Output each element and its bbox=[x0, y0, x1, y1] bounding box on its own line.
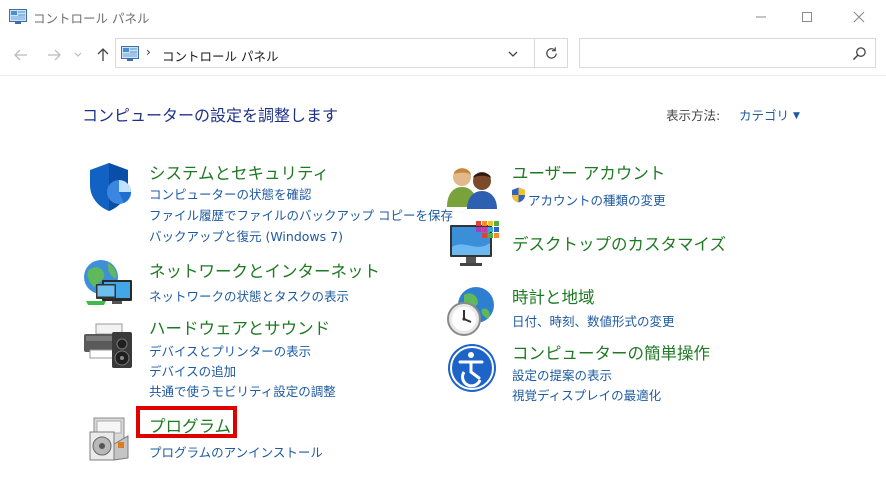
chevron-down-icon[interactable] bbox=[506, 47, 520, 61]
printer-speaker-icon[interactable] bbox=[82, 320, 138, 372]
category-network-internet[interactable]: ネットワークとインターネット bbox=[149, 258, 380, 282]
network-globe-icon[interactable] bbox=[82, 257, 138, 309]
link-optimize-visual-display[interactable]: 視覚ディスプレイの最適化 bbox=[512, 385, 661, 404]
minimize-icon bbox=[756, 16, 766, 18]
category-hardware-sound[interactable]: ハードウェアとサウンド bbox=[149, 315, 330, 339]
navigation-bar: › コントロール パネル bbox=[0, 34, 886, 76]
title-bar: コントロール パネル bbox=[0, 0, 886, 34]
recent-locations-button[interactable] bbox=[71, 44, 85, 66]
close-icon bbox=[853, 11, 865, 23]
link-devices-printers[interactable]: デバイスとプリンターの表示 bbox=[149, 341, 311, 360]
link-change-account-type[interactable]: アカウントの種類の変更 bbox=[528, 190, 666, 209]
search-input[interactable] bbox=[579, 38, 876, 68]
link-mobility-settings[interactable]: 共通で使うモビリティ設定の調整 bbox=[149, 381, 336, 400]
maximize-icon bbox=[802, 12, 812, 22]
link-file-history-backup[interactable]: ファイル履歴でファイルのバックアップ コピーを保存 bbox=[149, 205, 453, 224]
arrow-right-icon bbox=[48, 49, 61, 61]
control-panel-icon bbox=[9, 9, 27, 24]
caret-down-icon[interactable]: ▼ bbox=[793, 111, 800, 121]
breadcrumb-separator[interactable]: › bbox=[146, 45, 151, 59]
close-button[interactable] bbox=[836, 0, 882, 34]
link-check-computer-status[interactable]: コンピューターの状態を確認 bbox=[149, 184, 312, 203]
category-clock-region[interactable]: 時計と地域 bbox=[512, 284, 595, 308]
link-uninstall-program[interactable]: プログラムのアンインストール bbox=[149, 442, 323, 461]
back-button[interactable] bbox=[10, 44, 32, 66]
link-backup-restore[interactable]: バックアップと復元 (Windows 7) bbox=[149, 226, 343, 245]
refresh-icon bbox=[545, 46, 557, 59]
clock-globe-icon[interactable] bbox=[446, 285, 498, 337]
page-title: コンピューターの設定を調整します bbox=[82, 106, 339, 125]
shield-icon[interactable] bbox=[84, 161, 134, 213]
link-network-status-tasks[interactable]: ネットワークの状態とタスクの表示 bbox=[149, 286, 349, 305]
maximize-button[interactable] bbox=[784, 0, 830, 34]
highlight-frame bbox=[136, 406, 237, 438]
view-by-value[interactable]: カテゴリ bbox=[739, 108, 789, 123]
category-user-accounts[interactable]: ユーザー アカウント bbox=[512, 160, 665, 184]
desktop-customize-icon[interactable] bbox=[448, 219, 500, 271]
link-suggested-settings[interactable]: 設定の提案の表示 bbox=[512, 365, 612, 384]
category-desktop-customization[interactable]: デスクトップのカスタマイズ bbox=[512, 231, 726, 255]
ease-of-access-icon[interactable] bbox=[446, 342, 498, 394]
address-bar[interactable]: › コントロール パネル bbox=[115, 38, 535, 68]
refresh-button[interactable] bbox=[535, 38, 568, 68]
uac-shield-icon bbox=[512, 187, 525, 203]
link-add-device[interactable]: デバイスの追加 bbox=[149, 361, 236, 380]
category-system-security[interactable]: システムとセキュリティ bbox=[149, 160, 329, 184]
view-by-label: 表示方法: bbox=[666, 108, 721, 123]
forward-button[interactable] bbox=[43, 44, 65, 66]
arrow-up-icon bbox=[97, 48, 109, 61]
chevron-down-icon bbox=[74, 52, 82, 57]
link-date-time-number-format[interactable]: 日付、時刻、数値形式の変更 bbox=[512, 311, 675, 330]
minimize-button[interactable] bbox=[738, 0, 784, 34]
up-button[interactable] bbox=[92, 44, 114, 66]
category-ease-of-access[interactable]: コンピューターの簡単操作 bbox=[512, 340, 710, 364]
window-title: コントロール パネル bbox=[33, 11, 150, 26]
breadcrumb-control-panel[interactable]: コントロール パネル bbox=[162, 46, 278, 65]
view-by-dropdown[interactable]: カテゴリ ▼ bbox=[739, 105, 800, 124]
arrow-left-icon bbox=[14, 49, 27, 61]
user-accounts-icon[interactable] bbox=[446, 163, 498, 209]
control-panel-icon bbox=[121, 46, 139, 61]
search-icon[interactable] bbox=[852, 46, 867, 61]
programs-icon[interactable] bbox=[88, 414, 132, 464]
